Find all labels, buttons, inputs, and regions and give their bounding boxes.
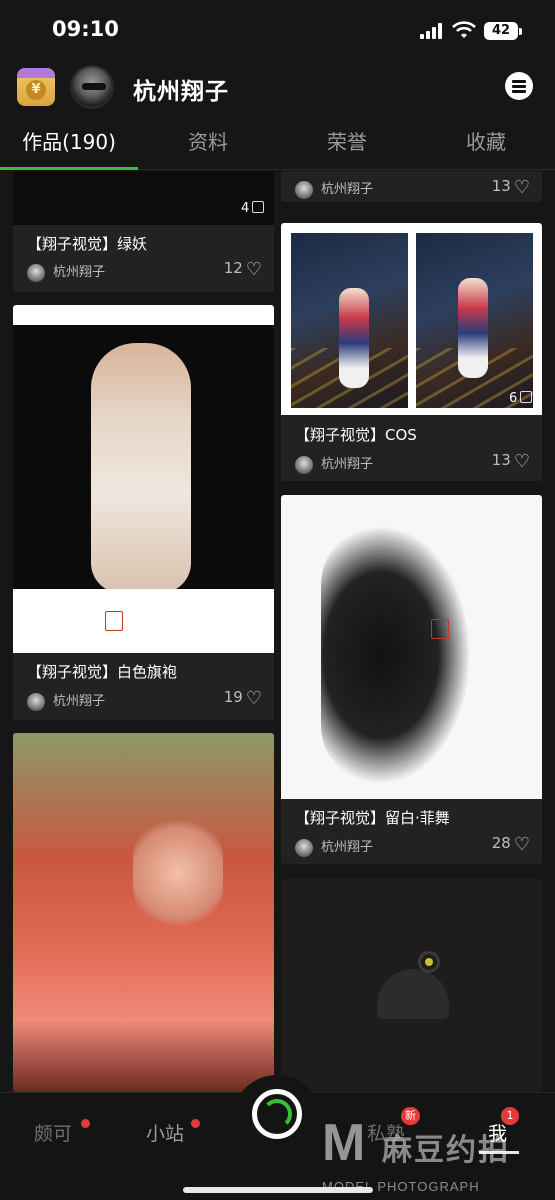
profile-name: 杭州翔子 (133, 79, 229, 105)
tab-honors[interactable]: 荣誉 (278, 126, 416, 155)
wifi-icon (452, 21, 476, 38)
stack-icon (520, 391, 533, 403)
work-photo[interactable] (13, 171, 274, 225)
author-avatar (27, 263, 45, 282)
heart-icon[interactable]: ♡ (514, 834, 530, 855)
heart-icon[interactable]: ♡ (514, 451, 530, 472)
tab-profile[interactable]: 资料 (139, 126, 277, 155)
work-card[interactable]: 6 【翔子视觉】COS 杭州翔子 13 ♡ (281, 223, 542, 481)
bottom-nav: 颇可 小站 私塾 新 我 1 M 麻豆约拍 MODEL PHOTOGRAPH (0, 1075, 555, 1200)
card-title[interactable]: 【翔子视觉】白色旗袍 (27, 661, 177, 682)
cos-photo-left (291, 233, 408, 408)
photo-count-badge: 4 (241, 201, 265, 216)
tab-favorites[interactable]: 收藏 (417, 126, 555, 155)
notification-dot (191, 1119, 200, 1128)
card-author: 杭州翔子 (295, 836, 373, 857)
work-card[interactable]: 【翔子视觉】留白·菲舞 杭州翔子 28 ♡ (281, 495, 542, 864)
camera-button[interactable] (252, 1089, 302, 1139)
card-author: 杭州翔子 (295, 178, 373, 199)
cellular-signal-icon (420, 23, 444, 39)
watermark: M 麻豆约拍 MODEL PHOTOGRAPH (322, 1113, 552, 1194)
work-card[interactable]: 杭州翔子 13 ♡ (281, 171, 542, 202)
camera-lens-icon (418, 951, 440, 973)
avatar[interactable] (70, 65, 114, 109)
author-avatar (295, 838, 313, 857)
card-title[interactable]: 【翔子视觉】留白·菲舞 (295, 807, 450, 828)
home-indicator (183, 1187, 373, 1193)
card-author: 杭州翔子 (27, 261, 105, 282)
work-card[interactable] (281, 879, 542, 1092)
photo-count-badge: 6 (509, 391, 533, 406)
wallet-icon[interactable]: ¥ (17, 68, 55, 106)
like-count[interactable]: 28 ♡ (492, 834, 530, 855)
placeholder-illustration-icon (377, 969, 449, 1019)
author-avatar (27, 692, 45, 711)
work-photo[interactable] (13, 733, 274, 1092)
card-title[interactable]: 【翔子视觉】COS (295, 424, 417, 445)
author-avatar (295, 455, 313, 474)
camera-shutter-icon (262, 1099, 292, 1129)
status-bar: 09:10 42 (0, 0, 555, 62)
tab-works[interactable]: 作品(190) (0, 126, 138, 155)
cos-photo-right (416, 233, 533, 408)
work-card[interactable]: 【翔子视觉】白色旗袍 杭州翔子 19 ♡ (13, 305, 274, 720)
watermark-logo: M (322, 1114, 366, 1172)
loading-placeholder (281, 879, 542, 1092)
stack-icon (252, 201, 265, 213)
status-time: 09:10 (52, 17, 119, 41)
work-photo[interactable] (281, 495, 542, 799)
active-tab-indicator (0, 167, 138, 170)
like-count[interactable]: 12 ♡ (224, 259, 262, 280)
work-card[interactable] (13, 733, 274, 1092)
like-count[interactable]: 13 ♡ (492, 177, 530, 198)
work-photo[interactable] (281, 223, 542, 415)
heart-icon[interactable]: ♡ (246, 259, 262, 280)
card-author: 杭州翔子 (27, 690, 105, 711)
notification-dot (81, 1119, 90, 1128)
heart-icon[interactable]: ♡ (514, 177, 530, 198)
battery-icon: 42 (484, 22, 518, 40)
heart-icon[interactable]: ♡ (246, 688, 262, 709)
profile-header: ¥ 杭州翔子 (0, 62, 555, 114)
nav-item-poke[interactable]: 颇可 (34, 1119, 72, 1146)
like-count[interactable]: 13 ♡ (492, 451, 530, 472)
nav-item-station[interactable]: 小站 (146, 1119, 184, 1146)
works-feed: 杭州翔子 13 ♡ 4 【翔子视觉】绿妖 杭州翔子 12 ♡ 6 【翔子视觉】COS… (0, 171, 555, 1092)
menu-button[interactable] (505, 72, 533, 100)
card-author: 杭州翔子 (295, 453, 373, 474)
like-count[interactable]: 19 ♡ (224, 688, 262, 709)
work-card[interactable]: 4 【翔子视觉】绿妖 杭州翔子 12 ♡ (13, 171, 274, 292)
card-title[interactable]: 【翔子视觉】绿妖 (27, 233, 147, 254)
watermark-text: 麻豆约拍 (382, 1133, 510, 1168)
profile-tabs: 作品(190) 资料 荣誉 收藏 (0, 116, 555, 170)
battery-tip (519, 28, 522, 35)
author-avatar (295, 180, 313, 199)
work-photo[interactable] (13, 305, 274, 653)
